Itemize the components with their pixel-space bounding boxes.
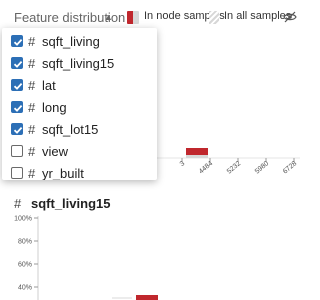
checkbox-unchecked[interactable] [11,145,23,157]
x-tick-label: 4484 [198,160,215,175]
hash-icon: # [28,143,36,159]
checkbox-checked[interactable] [11,57,23,69]
dropdown-item-long[interactable]: # long [2,96,157,118]
dropdown-item-sqft-living[interactable]: # sqft_living [2,30,157,52]
checkbox-checked[interactable] [11,123,23,135]
y-tick-label: 80% [18,239,32,246]
dropdown-item-lat[interactable]: # lat [2,74,157,96]
hash-icon: # [28,99,36,115]
dropdown-item-label: view [42,143,69,159]
sqft-living15-histogram: 100% 80% 60% 40% [14,216,158,300]
hash-icon: # [28,77,36,93]
dropdown-item-label: sqft_lot15 [42,121,99,137]
checkbox-checked[interactable] [11,35,23,47]
x-tick-label: 3 [179,160,187,168]
top-bar-node [186,148,208,155]
dropdown-item-view[interactable]: # view [2,140,157,162]
checkbox-unchecked[interactable] [11,167,23,179]
dropdown-item-label: sqft_living [42,33,100,49]
dropdown-item-label: yr_built [42,165,84,181]
y-tick-label: 100% [14,216,32,223]
dropdown-item-label: sqft_living15 [42,55,115,71]
x-tick-label: 5232 [226,160,243,175]
dropdown-item-label: long [42,99,67,115]
x-tick-label: 6728 [282,160,299,175]
feature-dropdown-menu[interactable]: # sqft_living # sqft_living15 # lat # lo… [2,28,157,180]
dropdown-item-sqft-lot15[interactable]: # sqft_lot15 [2,118,157,140]
checkbox-checked[interactable] [11,101,23,113]
hash-icon: # [28,121,36,137]
dropdown-item-label: lat [42,77,56,93]
hash-icon: # [28,165,36,181]
hash-icon: # [28,33,36,49]
section-title-sqft-living15: sqft_living15 [31,196,111,211]
x-tick-label: 5980 [254,160,271,175]
top-bar-all [186,155,208,158]
y-tick-label: 60% [18,262,32,269]
dropdown-item-sqft-living15[interactable]: # sqft_living15 [2,52,157,74]
hash-icon: # [14,196,22,211]
dropdown-item-yr-built[interactable]: # yr_built [2,162,157,180]
y-tick-label: 40% [18,285,32,292]
bar-node [136,295,158,300]
hash-icon: # [28,55,36,71]
checkbox-checked[interactable] [11,79,23,91]
